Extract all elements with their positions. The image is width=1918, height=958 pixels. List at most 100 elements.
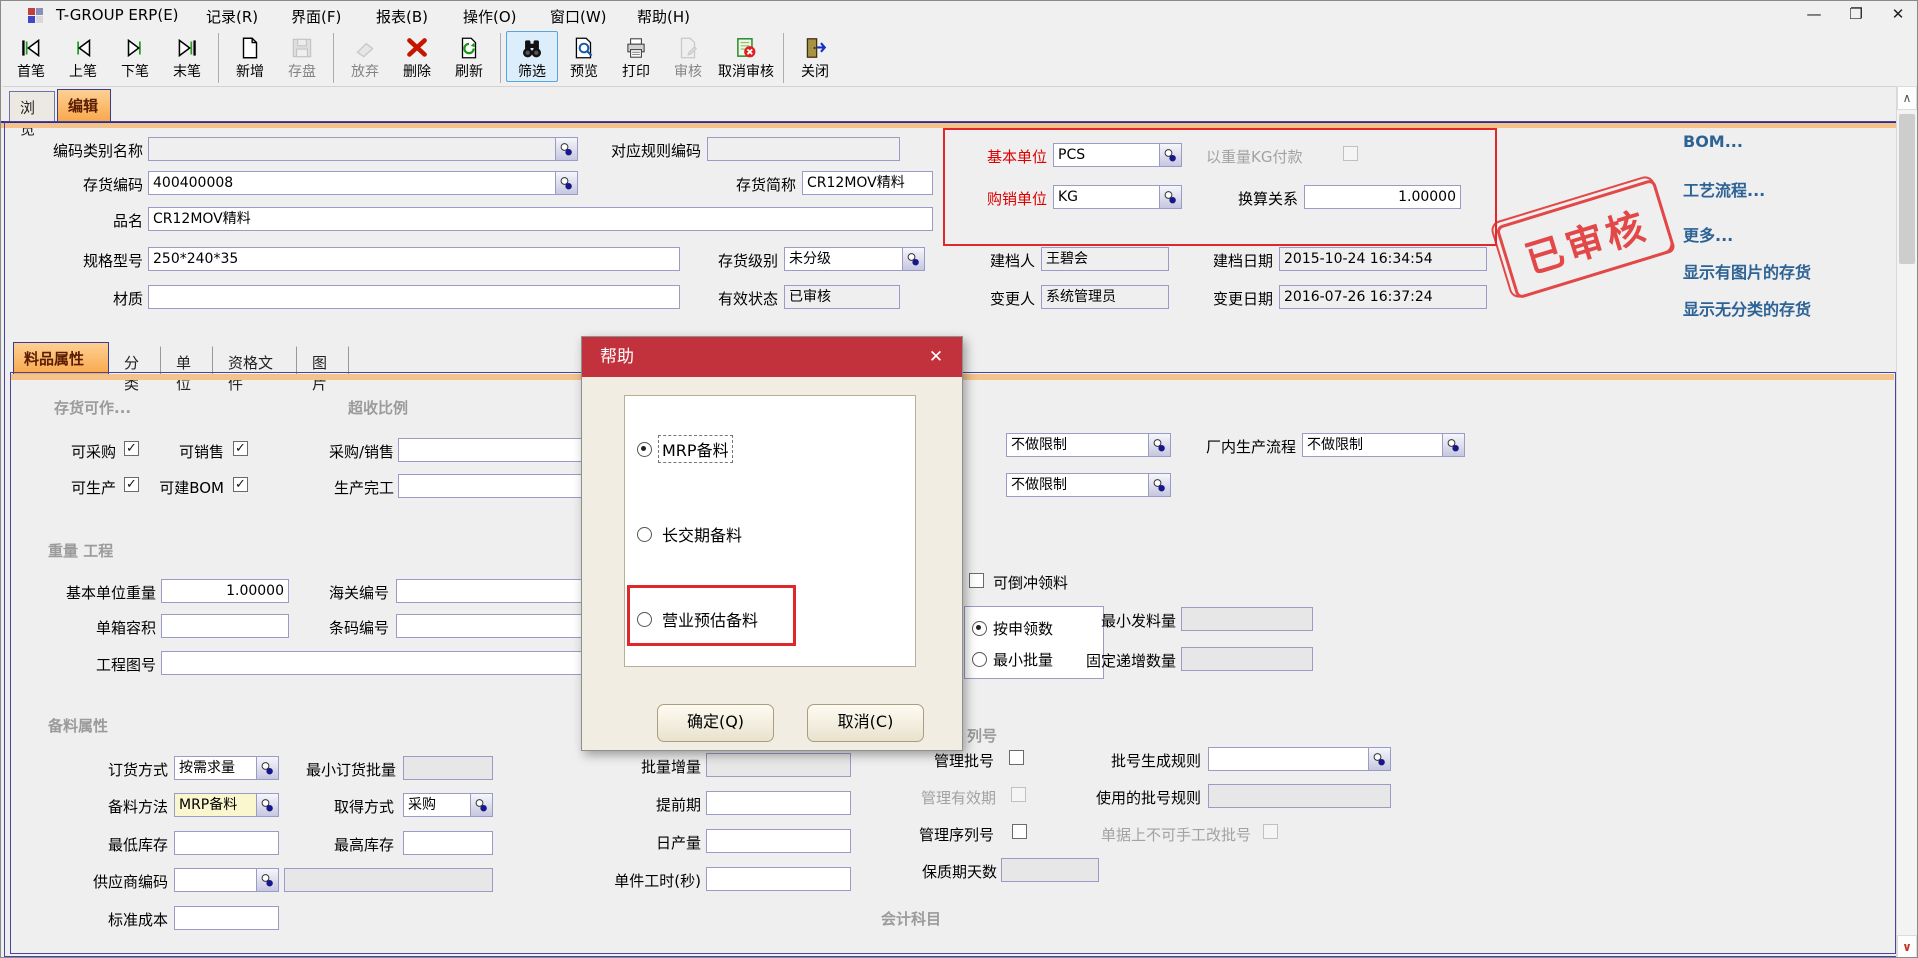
label-std-cost: 标准成本 <box>98 910 168 930</box>
manage-serial-checkbox[interactable] <box>1012 824 1027 839</box>
trade-unit-field[interactable]: KG <box>1053 185 1182 209</box>
toolbar-prev[interactable]: 上笔 <box>57 31 109 82</box>
lookup-icon[interactable] <box>1148 434 1170 456</box>
order-mode-field[interactable]: 按需求量 <box>174 756 279 780</box>
backflush-checkbox[interactable] <box>969 573 984 588</box>
menu-view[interactable]: 界面(F) <box>291 6 341 27</box>
radio-min-batch[interactable]: 最小批量 <box>972 649 1053 670</box>
section-account: 会计科目 <box>881 908 941 929</box>
toolbar-first[interactable]: 首笔 <box>5 31 57 82</box>
min-stock-field[interactable] <box>174 831 279 855</box>
close-button[interactable]: ✕ <box>1883 5 1913 23</box>
dialog-option-long-lead[interactable]: 长交期备料 <box>637 521 745 547</box>
tab-browse[interactable]: 浏览 <box>9 91 55 121</box>
menu-help[interactable]: 帮助(H) <box>637 6 690 27</box>
toolbar-print[interactable]: 打印 <box>610 31 662 82</box>
can-sell-checkbox[interactable]: ✓ <box>233 441 248 456</box>
tab-edit[interactable]: 编辑 <box>57 89 111 121</box>
lookup-icon[interactable] <box>1442 434 1464 456</box>
lookup-icon[interactable] <box>256 757 278 779</box>
subtab-item-props[interactable]: 料品属性 <box>13 342 109 374</box>
acquire-mode-field[interactable]: 采购 <box>403 793 493 817</box>
prep-method-field[interactable]: MRP备料 <box>174 793 279 817</box>
lookup-icon[interactable] <box>1159 144 1181 166</box>
menu-record[interactable]: 记录(R) <box>206 6 258 27</box>
lead-time-field[interactable] <box>706 791 851 815</box>
lookup-icon[interactable] <box>256 869 278 891</box>
link-show-with-image[interactable]: 显示有图片的存货 <box>1683 259 1811 283</box>
can-bom-checkbox[interactable]: ✓ <box>233 477 248 492</box>
dialog-option-sales-forecast[interactable]: 营业预估备料 <box>637 606 761 632</box>
subtab-picture[interactable]: 图片 <box>301 346 349 374</box>
lookup-icon[interactable] <box>1148 474 1170 496</box>
menu-action[interactable]: 操作(O) <box>463 6 517 27</box>
material-field[interactable] <box>148 285 680 309</box>
batch-rule-field[interactable] <box>1208 747 1391 771</box>
limit-field-1[interactable]: 不做限制 <box>1006 433 1171 457</box>
box-volume-field[interactable] <box>161 614 289 638</box>
lookup-icon[interactable] <box>1368 748 1390 770</box>
can-make-checkbox[interactable]: ✓ <box>124 477 139 492</box>
manage-batch-checkbox[interactable] <box>1009 750 1024 765</box>
radio-by-request[interactable]: 按申领数 <box>972 618 1053 639</box>
minimize-button[interactable]: — <box>1799 5 1829 23</box>
limit-field-2[interactable]: 不做限制 <box>1006 473 1171 497</box>
code-category-field[interactable] <box>148 137 578 161</box>
label-unit-work-time: 单件工时(秒) <box>591 871 701 891</box>
link-show-unclassified[interactable]: 显示无分类的存货 <box>1683 296 1811 320</box>
daily-output-field[interactable] <box>706 829 851 853</box>
lookup-icon[interactable] <box>902 248 924 270</box>
lookup-icon[interactable] <box>470 794 492 816</box>
toolbar-refresh[interactable]: 刷新 <box>443 31 495 82</box>
printer-icon <box>623 33 649 63</box>
subtab-unit[interactable]: 单位 <box>165 346 213 374</box>
max-stock-field[interactable] <box>403 831 493 855</box>
vertical-scrollbar[interactable]: ∧ ∨ <box>1896 86 1917 958</box>
toolbar-preview[interactable]: 预览 <box>558 31 610 82</box>
can-buy-checkbox[interactable]: ✓ <box>124 441 139 456</box>
toolbar-last[interactable]: 末笔 <box>161 31 213 82</box>
base-unit-field[interactable]: PCS <box>1053 143 1182 167</box>
dialog-close-icon[interactable]: ✕ <box>924 337 948 377</box>
menu-window[interactable]: 窗口(W) <box>550 6 607 27</box>
scrollbar-thumb[interactable] <box>1899 114 1915 264</box>
base-weight-field[interactable]: 1.00000 <box>161 579 289 603</box>
unit-work-time-field[interactable] <box>706 867 851 891</box>
inventory-code-field[interactable]: 400400008 <box>148 171 578 195</box>
toolbar-filter[interactable]: 筛选 <box>506 31 558 82</box>
lookup-icon[interactable] <box>1159 186 1181 208</box>
product-name-field[interactable]: CR12MOV精料 <box>148 207 933 231</box>
toolbar-next[interactable]: 下笔 <box>109 31 161 82</box>
scroll-up-icon[interactable]: ∧ <box>1897 86 1917 110</box>
spec-model-field[interactable]: 250*240*35 <box>148 247 680 271</box>
lookup-icon[interactable] <box>256 794 278 816</box>
restore-button[interactable]: ❐ <box>1841 5 1871 23</box>
scroll-down-icon[interactable]: ∨ <box>1897 935 1917 958</box>
factory-flow-field[interactable]: 不做限制 <box>1302 433 1465 457</box>
label-no-manual-batch: 单据上不可手工改批号 <box>1101 825 1259 845</box>
link-bom[interactable]: BOM... <box>1683 132 1743 151</box>
link-more[interactable]: 更多... <box>1683 222 1733 246</box>
toolbar-close-form[interactable]: 关闭 <box>789 31 841 82</box>
menu-report[interactable]: 报表(B) <box>376 6 428 27</box>
subtab-category[interactable]: 分类 <box>113 346 161 374</box>
subtab-qualification[interactable]: 资格文件 <box>217 346 297 374</box>
dialog-ok-button[interactable]: 确定(Q) <box>657 704 774 742</box>
label-buy-sell-ratio: 采购/销售 <box>304 442 394 462</box>
conversion-field[interactable]: 1.00000 <box>1304 185 1461 209</box>
dialog-cancel-button[interactable]: 取消(C) <box>807 704 924 742</box>
supplier-code-field[interactable] <box>174 868 279 892</box>
std-cost-field[interactable] <box>174 906 279 930</box>
inventory-abbr-field[interactable]: CR12MOV精料 <box>802 171 933 195</box>
toolbar-new[interactable]: 新增 <box>224 31 276 82</box>
delete-x-icon <box>404 33 430 63</box>
dialog-option-mrp[interactable]: MRP备料 <box>637 436 732 462</box>
label-manage-validity: 管理有效期 <box>921 788 1006 808</box>
toolbar-cancel-audit[interactable]: 取消审核 <box>714 31 778 82</box>
menu-app[interactable]: T-GROUP ERP(E) <box>56 6 179 24</box>
inventory-level-field[interactable]: 未分级 <box>784 247 925 271</box>
lookup-icon[interactable] <box>555 172 577 194</box>
label-supplier-code: 供应商编码 <box>83 872 168 892</box>
link-process-flow[interactable]: 工艺流程... <box>1683 177 1765 201</box>
toolbar-delete[interactable]: 删除 <box>391 31 443 82</box>
